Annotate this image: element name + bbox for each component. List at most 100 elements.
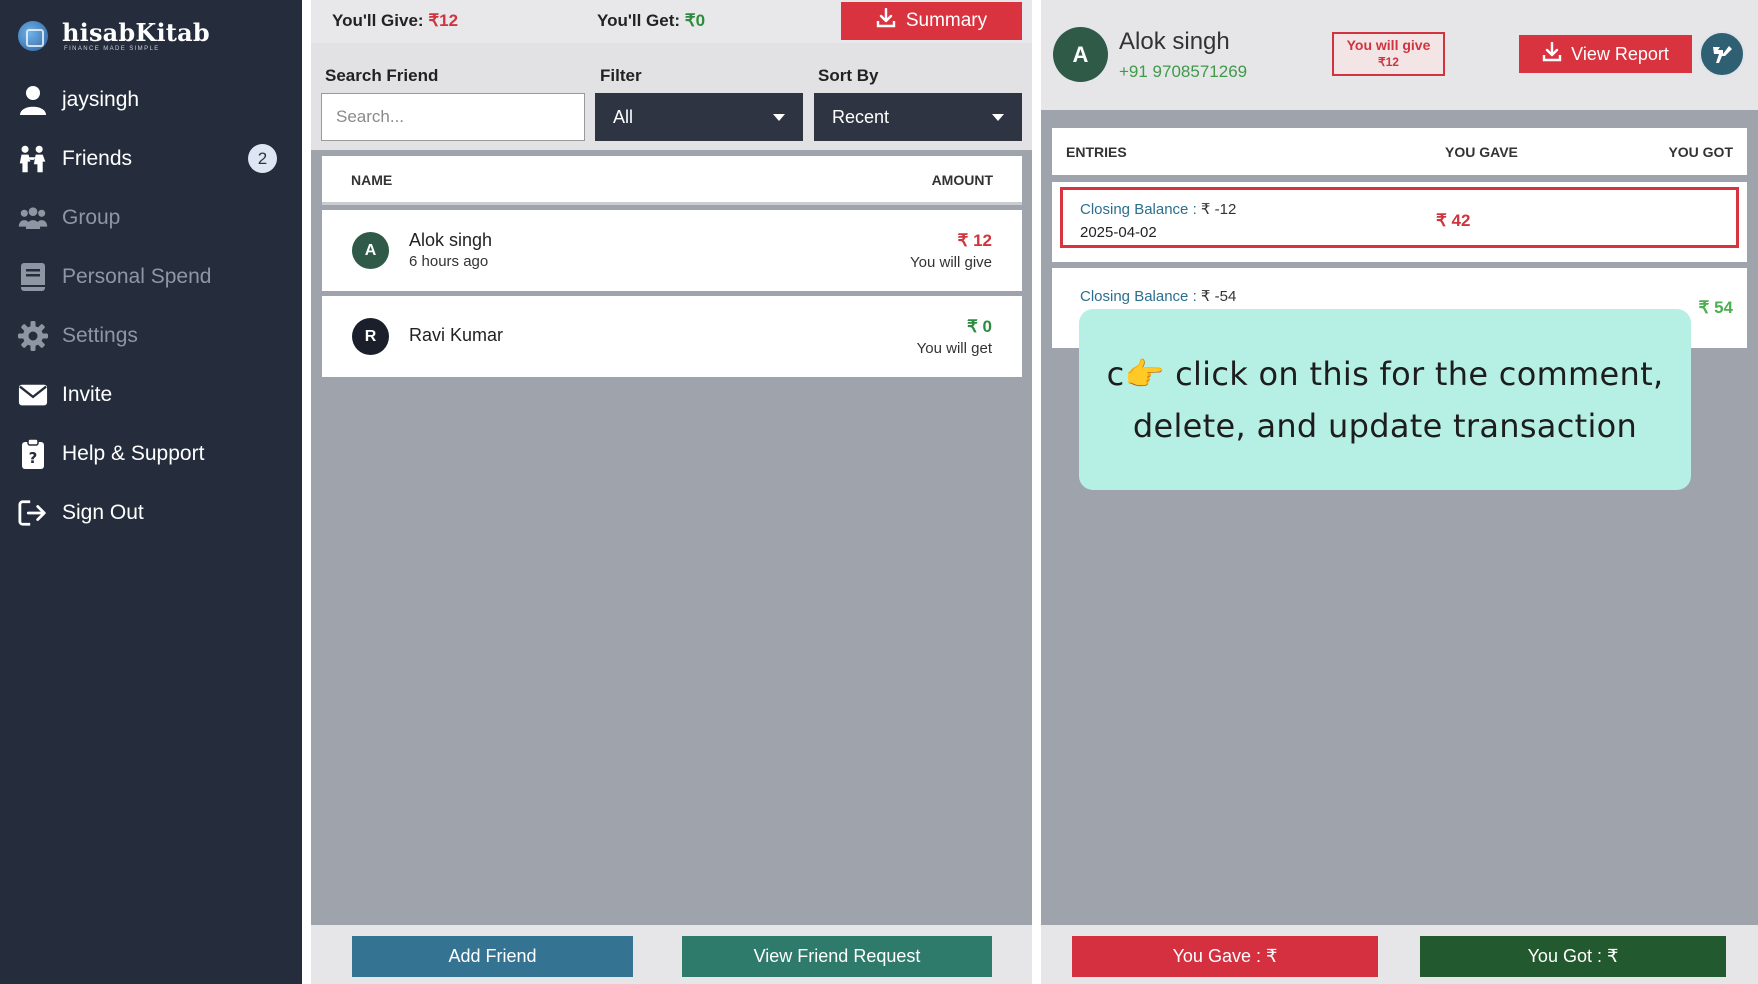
envelope-icon <box>18 380 48 410</box>
sidebar-item-friends[interactable]: Friends 2 <box>0 129 302 188</box>
get-value: ₹0 <box>684 11 706 30</box>
friends-icon <box>18 144 48 174</box>
search-label: Search Friend <box>325 66 439 85</box>
friends-count-badge: 2 <box>248 144 277 173</box>
transaction-entry[interactable]: Closing Balance : ₹ -12 2025-04-02 ₹ 42 <box>1052 182 1747 262</box>
avatar: R <box>352 318 389 355</box>
sidebar-item-personal-spend[interactable]: Personal Spend <box>0 247 302 306</box>
sidebar: hisabKitab FINANCE MADE SIMPLE jaysingh … <box>0 0 302 984</box>
friends-footer: Add Friend View Friend Request <box>311 925 1032 984</box>
gear-icon <box>18 320 48 351</box>
brand[interactable]: hisabKitab FINANCE MADE SIMPLE <box>18 16 210 56</box>
filter-bar: Search Friend Filter All Sort By Recent <box>311 43 1032 150</box>
svg-text:?: ? <box>29 449 38 467</box>
give-value: ₹12 <box>428 11 459 30</box>
avatar: A <box>1053 27 1108 82</box>
entry-date: 2025-04-02 <box>1080 224 1157 241</box>
sidebar-item-help[interactable]: ? Help & Support <box>0 424 302 483</box>
sidebar-item-label: Personal Spend <box>62 264 212 288</box>
help-tooltip: c👉 click on this for the comment, delete… <box>1079 309 1691 490</box>
user-icon <box>18 85 48 115</box>
give-label: You'll Give: <box>332 11 424 30</box>
sign-out-icon <box>18 498 48 528</box>
sidebar-item-label: Sign Out <box>62 500 144 524</box>
sidebar-nav: jaysingh Friends 2 Group Personal Spend <box>0 70 302 542</box>
sort-select-value: Recent <box>832 106 890 127</box>
friends-panel: You'll Give: ₹12 You'll Get: ₹0 Summary … <box>311 0 1032 984</box>
brand-tagline: FINANCE MADE SIMPLE <box>64 46 160 52</box>
sidebar-item-label: jaysingh <box>62 87 140 111</box>
get-label: You'll Get: <box>597 11 681 30</box>
summary-button[interactable]: Summary <box>841 2 1022 40</box>
sidebar-item-label: Settings <box>62 323 138 347</box>
search-input[interactable] <box>321 93 585 141</box>
summary-bar: You'll Give: ₹12 You'll Get: ₹0 Summary <box>311 0 1032 43</box>
detail-footer: You Gave : ₹ You Got : ₹ <box>1041 925 1758 984</box>
column-entries: ENTRIES <box>1066 144 1127 160</box>
sidebar-item-sign-out[interactable]: Sign Out <box>0 483 302 542</box>
tooltip-line-2: delete, and update transaction <box>1132 406 1638 445</box>
download-icon <box>1542 41 1562 67</box>
share-icon[interactable] <box>1699 31 1745 77</box>
sidebar-item-label: Friends <box>62 146 133 170</box>
entry-balance-label: Closing Balance : <box>1080 201 1197 218</box>
friend-last-active: 6 hours ago <box>409 253 489 270</box>
sidebar-item-profile[interactable]: jaysingh <box>0 70 302 129</box>
detail-friend-phone: +91 9708571269 <box>1119 62 1248 81</box>
friend-row[interactable]: A Alok singh 6 hours ago ₹ 12 You will g… <box>322 210 1022 291</box>
entries-header: ENTRIES YOU GAVE YOU GOT <box>1052 128 1747 175</box>
view-report-button[interactable]: View Report <box>1519 35 1692 73</box>
column-you-got: YOU GOT <box>1668 144 1733 160</box>
sidebar-item-settings[interactable]: Settings <box>0 306 302 365</box>
you-will-give-total: You'll Give: ₹12 <box>332 11 458 31</box>
entry-balance-value: ₹ -12 <box>1200 201 1237 218</box>
entry-balance: Closing Balance : ₹ -54 <box>1080 287 1236 305</box>
logo-icon <box>18 21 48 51</box>
friend-row[interactable]: R Ravi Kumar ₹ 0 You will get <box>322 296 1022 377</box>
sort-label: Sort By <box>818 66 879 85</box>
summary-button-label: Summary <box>905 10 988 31</box>
clipboard-question-icon: ? <box>18 437 48 469</box>
filter-select[interactable]: All <box>595 93 803 141</box>
group-icon <box>18 203 48 233</box>
friend-list-header: NAME AMOUNT <box>322 156 1022 205</box>
sidebar-item-label: Group <box>62 205 121 229</box>
entry-balance: Closing Balance : ₹ -12 <box>1080 200 1236 218</box>
entry-balance-value: ₹ -54 <box>1200 288 1237 305</box>
friend-name: Ravi Kumar <box>409 325 504 345</box>
you-gave-button[interactable]: You Gave : ₹ <box>1072 936 1378 977</box>
caret-down-icon <box>773 114 785 121</box>
you-got-button[interactable]: You Got : ₹ <box>1420 936 1726 977</box>
entry-you-got: ₹ 54 <box>1698 298 1733 317</box>
sidebar-item-group[interactable]: Group <box>0 188 302 247</box>
sidebar-item-label: Help & Support <box>62 441 205 465</box>
friend-status: You will give <box>910 254 992 271</box>
column-name: NAME <box>351 172 393 188</box>
badge-status-text: You will give <box>1346 37 1431 53</box>
add-friend-button[interactable]: Add Friend <box>352 936 633 977</box>
brand-name: hisabKitab <box>62 18 210 47</box>
view-friend-request-button[interactable]: View Friend Request <box>682 936 992 977</box>
column-you-gave: YOU GAVE <box>1445 144 1518 160</box>
balance-status-badge: You will give ₹12 <box>1332 32 1445 76</box>
friend-amount: ₹ 0 <box>967 317 992 336</box>
filter-select-value: All <box>613 106 634 127</box>
sidebar-item-invite[interactable]: Invite <box>0 365 302 424</box>
view-report-label: View Report <box>1571 43 1669 64</box>
sort-select[interactable]: Recent <box>814 93 1022 141</box>
avatar: A <box>352 232 389 269</box>
book-icon <box>18 262 48 292</box>
entry-balance-label: Closing Balance : <box>1080 288 1197 305</box>
detail-header: A Alok singh +91 9708571269 You will giv… <box>1041 0 1758 110</box>
friend-detail-panel: A Alok singh +91 9708571269 You will giv… <box>1041 0 1758 984</box>
friend-amount: ₹ 12 <box>957 231 992 250</box>
entry-you-gave: ₹ 42 <box>1436 211 1471 230</box>
tooltip-line-1: c👉 click on this for the comment, <box>1106 354 1664 393</box>
you-will-get-total: You'll Get: ₹0 <box>597 11 705 31</box>
filter-label: Filter <box>600 66 642 85</box>
download-icon <box>876 7 896 34</box>
friend-name: Alok singh <box>409 230 493 250</box>
caret-down-icon <box>992 114 1004 121</box>
column-amount: AMOUNT <box>931 172 993 188</box>
badge-amount: ₹12 <box>1378 55 1399 69</box>
